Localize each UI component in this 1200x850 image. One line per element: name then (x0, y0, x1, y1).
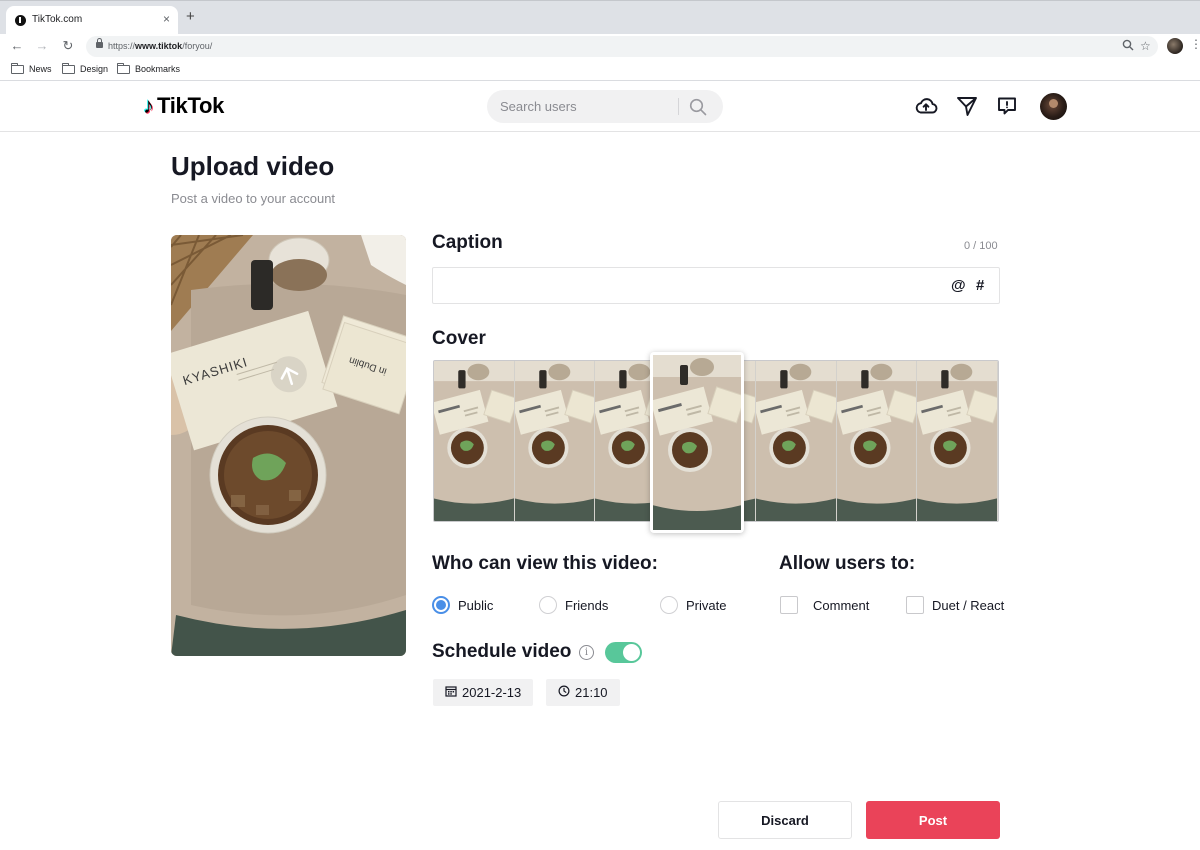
allow-option-label: Comment (813, 597, 870, 613)
caption-char-count: 0 / 100 (964, 240, 998, 252)
cover-frame-thumbnail[interactable] (917, 361, 998, 521)
schedule-time: 21:10 (575, 685, 608, 700)
user-avatar[interactable] (1040, 93, 1067, 120)
upload-cloud-icon[interactable] (914, 94, 938, 118)
new-tab-icon[interactable]: + (186, 9, 195, 25)
tiktok-favicon-icon (15, 15, 26, 26)
page-subtitle: Post a video to your account (171, 191, 336, 206)
schedule-time-picker[interactable]: 21:10 (546, 679, 620, 706)
search-bar (487, 90, 723, 123)
comment-checkbox[interactable] (780, 596, 798, 614)
browser-profile-avatar[interactable] (1167, 38, 1183, 54)
browser-tab[interactable]: TikTok.com × (6, 6, 178, 35)
cover-selected-frame[interactable] (650, 352, 744, 533)
bookmark-label: News (29, 64, 52, 74)
hashtag-icon[interactable]: # (976, 277, 984, 294)
tab-title: TikTok.com (32, 14, 83, 25)
allow-label: Allow users to: (779, 553, 916, 574)
bookmark-bookmarks[interactable]: Bookmarks (117, 62, 181, 74)
cover-frame-thumbnail[interactable] (836, 361, 918, 521)
mention-at-icon[interactable]: @ (951, 277, 966, 294)
caption-label: Caption (432, 232, 503, 253)
zoom-icon[interactable] (1122, 39, 1134, 54)
bookmark-label: Bookmarks (135, 64, 181, 74)
post-button[interactable]: Post (866, 801, 1000, 839)
back-arrow-icon[interactable]: ← (8, 37, 26, 55)
allow-option-comment[interactable]: Comment (780, 596, 869, 614)
page-title: Upload video (171, 151, 335, 181)
duet-react-checkbox[interactable] (906, 596, 924, 614)
cover-label: Cover (432, 328, 486, 349)
cover-frame-thumbnail[interactable] (514, 361, 596, 521)
radio-private[interactable] (660, 596, 678, 614)
schedule-label: Schedule video (432, 641, 572, 662)
cover-frame-thumbnail[interactable] (434, 361, 515, 521)
search-divider (678, 98, 679, 115)
tab-close-icon[interactable]: × (163, 12, 170, 26)
allow-option-duet[interactable]: Duet / React (906, 596, 1004, 614)
browser-chrome: TikTok.com × + ← → ↻ https://www.tiktok/… (0, 0, 1200, 81)
caption-input[interactable] (443, 268, 943, 303)
reload-icon[interactable]: ↻ (59, 37, 77, 55)
visibility-option-label: Private (686, 597, 727, 613)
search-input[interactable] (500, 90, 675, 123)
browser-menu-icon[interactable]: ⋮ (1190, 37, 1200, 51)
radio-public[interactable] (432, 596, 450, 614)
visibility-option-private[interactable]: Private (660, 596, 726, 614)
forward-arrow-icon[interactable]: → (33, 37, 51, 55)
caption-field: @ # (432, 267, 1000, 304)
info-icon[interactable]: i (579, 645, 594, 660)
url-text: https://www.tiktok/foryou/ (108, 41, 213, 51)
video-preview[interactable]: KYASHIKI in Dublin (171, 235, 406, 656)
folder-icon (117, 62, 130, 74)
schedule-date: 2021-2-13 (462, 685, 522, 700)
bookmarks-bar: News Design Bookmarks (0, 60, 1200, 80)
logo-text: TikTok (157, 93, 225, 118)
radio-friends[interactable] (539, 596, 557, 614)
bookmark-label: Design (80, 64, 109, 74)
bookmark-news[interactable]: News (11, 62, 52, 74)
schedule-toggle[interactable] (605, 642, 642, 663)
browser-toolbar: ← → ↻ https://www.tiktok/foryou/ ☆ ⋮ (0, 34, 1200, 60)
discard-button[interactable]: Discard (718, 801, 852, 839)
cover-frame-thumbnail (653, 355, 741, 530)
messages-icon[interactable] (995, 94, 1019, 118)
folder-icon (11, 62, 24, 74)
calendar-icon (445, 685, 457, 700)
lock-icon (96, 38, 103, 48)
tiktok-note-icon: ♪ (143, 93, 154, 118)
visibility-option-public[interactable]: Public (432, 596, 493, 614)
bookmark-design[interactable]: Design (62, 62, 109, 74)
video-preview-image: KYASHIKI in Dublin (171, 235, 406, 656)
clock-icon (558, 685, 570, 700)
cover-frame-thumbnail[interactable] (756, 361, 837, 521)
toggle-knob (623, 644, 640, 661)
folder-icon (62, 62, 75, 74)
visibility-label: Who can view this video: (432, 553, 658, 574)
inbox-send-icon[interactable] (955, 94, 979, 118)
visibility-option-label: Friends (565, 597, 609, 613)
tab-strip: TikTok.com × + (0, 0, 1200, 35)
visibility-option-friends[interactable]: Friends (539, 596, 608, 614)
allow-option-label: Duet / React (932, 597, 1005, 613)
search-icon[interactable] (689, 98, 707, 116)
tiktok-logo[interactable]: ♪ TikTok (143, 93, 224, 119)
address-bar[interactable]: https://www.tiktok/foryou/ ☆ (86, 36, 1158, 57)
visibility-option-label: Public (458, 597, 494, 613)
schedule-date-picker[interactable]: 2021-2-13 (433, 679, 534, 706)
bookmark-star-icon[interactable]: ☆ (1140, 39, 1151, 53)
app-header: ♪ TikTok (0, 81, 1200, 132)
